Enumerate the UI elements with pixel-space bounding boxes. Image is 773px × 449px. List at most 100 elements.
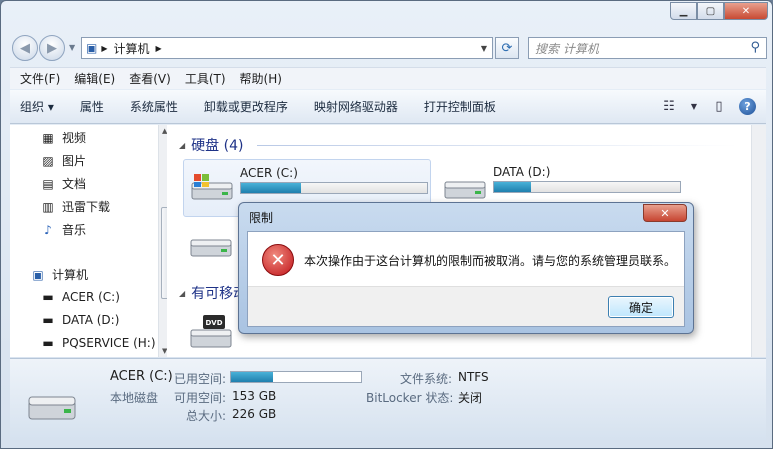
menu-view[interactable]: 查看(V) [129, 70, 171, 87]
details-free-value: 153 GB [232, 389, 277, 403]
menu-bar: 文件(F) 编辑(E) 查看(V) 工具(T) 帮助(H) [10, 67, 766, 89]
help-icon[interactable]: ? [739, 97, 756, 115]
details-free-label: 可用空间: [174, 391, 227, 405]
maximize-button[interactable]: ▢ [697, 2, 724, 20]
breadcrumb-separator-icon[interactable]: ▶ [156, 44, 162, 53]
drive-name: DATA (D:) [493, 165, 551, 179]
menu-tools[interactable]: 工具(T) [185, 70, 226, 87]
change-view-icon[interactable]: ☷ [659, 96, 679, 116]
group-divider [257, 145, 737, 146]
maximize-icon: ▢ [705, 5, 716, 17]
large-drive-icon [28, 396, 76, 420]
sidebar-item-label: 图片 [62, 154, 87, 168]
sidebar-item-label: 视频 [62, 131, 87, 145]
address-dropdown-button[interactable]: ▼ [475, 37, 493, 59]
dialog-title: 限制 [249, 211, 274, 225]
drive-name: ACER (C:) [240, 166, 298, 180]
close-icon: ✕ [741, 5, 751, 17]
sidebar-item-thunder-downloads[interactable]: ▥ 迅雷下载 [40, 198, 110, 215]
organize-button[interactable]: 组织 ▾ [20, 98, 54, 115]
sidebar-item-video[interactable]: ▦ 视频 [40, 129, 86, 146]
sidebar-item-label: PQSERVICE (H:) [62, 336, 156, 350]
windows-drive-icon [191, 174, 233, 200]
drive-icon [190, 239, 232, 257]
dialog-message-area: ✕ 本次操作由于这台计算机的限制而被取消。请与您的系统管理员联系。 [248, 232, 684, 286]
dialog-body: ✕ 本次操作由于这台计算机的限制而被取消。请与您的系统管理员联系。 确定 [247, 231, 685, 327]
drive-icon: ▬ [42, 313, 54, 327]
open-control-panel-button[interactable]: 打开控制面板 [424, 98, 496, 115]
details-used-label: 已用空间: [174, 372, 227, 386]
chevron-down-icon: ▼ [480, 43, 488, 53]
sidebar-item-acer-c[interactable]: ▬ ACER (C:) [40, 290, 120, 304]
forward-button[interactable]: ▶ [39, 35, 65, 61]
search-box[interactable]: 搜索 计算机 ⚲ [528, 37, 767, 59]
refresh-button[interactable]: ⟳ [495, 37, 519, 59]
sidebar-item-data-d[interactable]: ▬ DATA (D:) [40, 313, 119, 327]
menu-help[interactable]: 帮助(H) [240, 70, 282, 87]
refresh-icon: ⟳ [501, 40, 513, 56]
minimize-icon: ▁ [679, 5, 688, 17]
details-drive-name: ACER (C:) [110, 369, 173, 384]
menu-edit[interactable]: 编辑(E) [74, 70, 115, 87]
sidebar-item-pqservice-h[interactable]: ▬ PQSERVICE (H:) [40, 336, 156, 350]
collapse-icon[interactable]: ◢ [179, 289, 185, 298]
map-network-drive-button[interactable]: 映射网络驱动器 [314, 98, 398, 115]
sidebar-item-label: 计算机 [52, 268, 89, 282]
sidebar-item-music[interactable]: ♪ 音乐 [40, 221, 86, 238]
sidebar-item-pictures[interactable]: ▨ 图片 [40, 152, 86, 169]
details-bitlocker-label: BitLocker 状态: [366, 391, 454, 405]
breadcrumb-separator-icon[interactable]: ▶ [101, 44, 107, 53]
details-bitlocker-value: 关闭 [458, 391, 483, 405]
minimize-button[interactable]: ▁ [670, 2, 697, 20]
details-pane: ACER (C:) 本地磁盘 已用空间: 可用空间: 153 GB 总大小: 2… [10, 358, 766, 440]
group-header-removable[interactable]: ◢ 有可移动 [179, 283, 247, 303]
download-icon: ▥ [42, 199, 54, 214]
forward-arrow-icon: ▶ [47, 40, 57, 56]
address-bar[interactable]: ▣ ▶ 计算机 ▶ [81, 37, 493, 59]
drive-usage-fill [241, 183, 301, 193]
music-icon: ♪ [44, 222, 52, 237]
dialog-close-button[interactable]: ✕ [643, 204, 687, 222]
back-button[interactable]: ◀ [12, 35, 38, 61]
drive-usage-fill [494, 182, 532, 192]
breadcrumb-computer[interactable]: 计算机 [114, 40, 150, 57]
close-button[interactable]: ✕ [724, 2, 768, 20]
sidebar-item-label: 迅雷下载 [62, 200, 111, 214]
details-total-value: 226 GB [232, 407, 277, 421]
command-bar: 组织 ▾ 属性 系统属性 卸载或更改程序 映射网络驱动器 打开控制面板 ☷ ▼ … [10, 90, 766, 124]
search-placeholder: 搜索 计算机 [535, 41, 599, 56]
details-usage-bar [230, 371, 362, 383]
drive-usage-bar [240, 182, 428, 194]
view-controls: ☷ ▼ ▯ ? [659, 96, 756, 116]
sidebar-item-computer[interactable]: ▣ 计算机 [30, 266, 88, 283]
dialog-message: 本次操作由于这台计算机的限制而被取消。请与您的系统管理员联系。 [304, 254, 677, 268]
system-properties-button[interactable]: 系统属性 [130, 98, 178, 115]
drive-usage-bar [493, 181, 681, 193]
dvd-drive-icon: DVD [190, 315, 232, 348]
details-usage-fill [231, 372, 273, 382]
document-icon: ▤ [42, 176, 54, 191]
video-icon: ▦ [42, 130, 54, 145]
collapse-icon[interactable]: ◢ [179, 141, 185, 150]
sidebar-item-label: ACER (C:) [62, 290, 120, 304]
search-icon[interactable]: ⚲ [750, 40, 760, 55]
view-dropdown-icon[interactable]: ▼ [689, 96, 699, 116]
recent-pages-dropdown[interactable]: ▼ [69, 43, 75, 52]
back-arrow-icon: ◀ [20, 40, 30, 56]
drive-c-icon: ▬ [42, 290, 54, 304]
details-drive-type: 本地磁盘 [110, 391, 159, 405]
menu-file[interactable]: 文件(F) [20, 70, 60, 87]
uninstall-program-button[interactable]: 卸载或更改程序 [204, 98, 288, 115]
sidebar-item-documents[interactable]: ▤ 文档 [40, 175, 86, 192]
error-icon: ✕ [262, 244, 294, 276]
drive-icon [444, 181, 486, 199]
ok-button[interactable]: 确定 [608, 296, 674, 318]
group-header-hard-disks[interactable]: ◢ 硬盘 (4) [179, 135, 243, 155]
properties-button[interactable]: 属性 [80, 98, 104, 115]
details-total-label: 总大小: [186, 409, 227, 423]
content-scrollbar[interactable] [751, 125, 766, 357]
close-icon: ✕ [660, 206, 670, 220]
preview-pane-icon[interactable]: ▯ [709, 96, 729, 116]
address-row: ◀ ▶ ▼ ▣ ▶ 计算机 ▶ ▼ ⟳ 搜索 计算机 ⚲ [1, 29, 772, 63]
dvd-badge: DVD [205, 319, 222, 327]
